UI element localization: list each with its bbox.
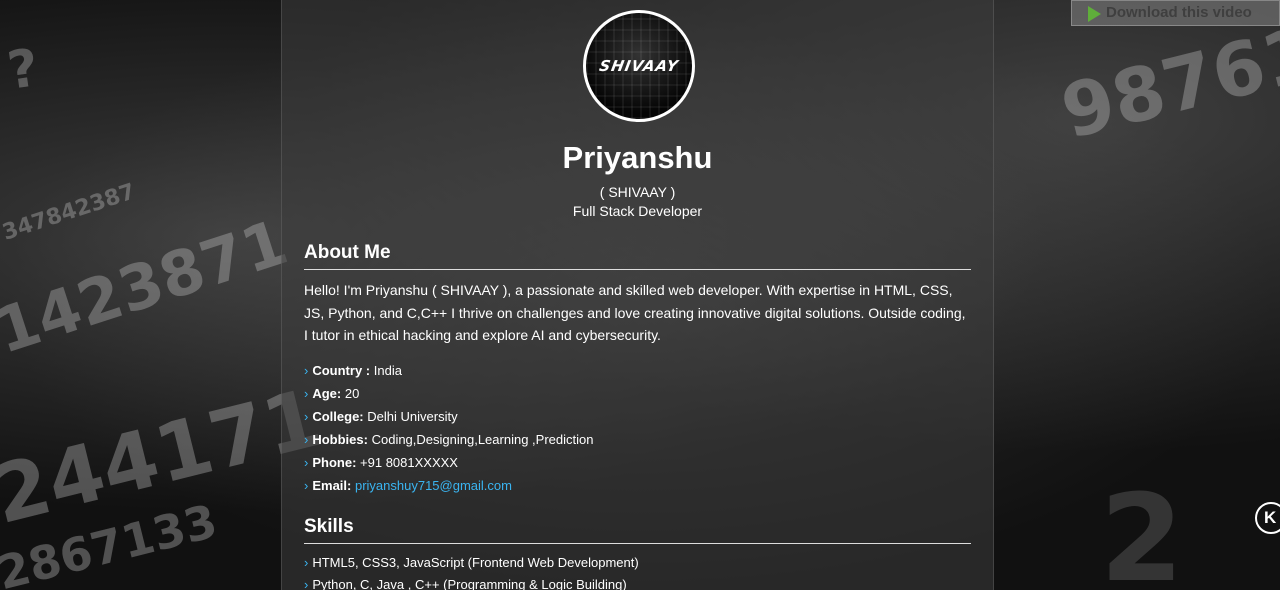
detail-college: › College: Delhi University <box>304 406 593 429</box>
profile-role: Full Stack Developer <box>572 203 703 219</box>
arrow-icon: › <box>304 432 309 447</box>
detail-value: Delhi University <box>367 409 458 424</box>
background-text: ? <box>3 38 43 102</box>
skills-heading: Skills <box>304 516 971 544</box>
arrow-icon: › <box>304 386 309 401</box>
background-text: 2 <box>1100 470 1184 590</box>
arrow-icon: › <box>304 409 309 424</box>
detail-label: Age: <box>312 386 342 401</box>
about-heading: About Me <box>304 242 971 270</box>
detail-label: College: <box>312 409 364 424</box>
skill-text: HTML5, CSS3, JavaScript (Frontend Web De… <box>312 555 639 570</box>
arrow-icon: › <box>304 478 309 493</box>
skill-text: Python, C, Java , C++ (Programming & Log… <box>312 577 627 590</box>
arrow-icon: › <box>304 455 309 470</box>
play-icon <box>1088 6 1101 22</box>
detail-value: 20 <box>344 386 360 401</box>
arrow-icon: › <box>304 555 309 570</box>
about-text: Hello! I'm Priyanshu ( SHIVAAY ), a pass… <box>304 282 966 343</box>
profile-alias: ( SHIVAAY ) <box>599 184 676 200</box>
profile-card: SHIVAAY Priyanshu ( SHIVAAY ) Full Stack… <box>281 0 994 590</box>
detail-value: India <box>373 363 402 378</box>
detail-value: +91 8081XXXXX <box>360 455 458 470</box>
download-label: Download this video <box>1106 4 1252 21</box>
skills-section: Skills › HTML5, CSS3, JavaScript (Fronten… <box>304 516 971 590</box>
detail-country: › Country : India <box>304 360 593 383</box>
detail-age: › Age: 20 <box>304 383 593 406</box>
arrow-icon: › <box>304 577 309 590</box>
download-video-button[interactable]: Download this video <box>1071 0 1280 26</box>
k-button[interactable]: K <box>1255 502 1280 534</box>
skills-list: › HTML5, CSS3, JavaScript (Frontend Web D… <box>304 553 971 590</box>
detail-label: Email: <box>312 478 352 493</box>
details-list: › Country : India › Age: 20 › College: Delh… <box>304 360 593 498</box>
avatar-logo: SHIVAAY <box>597 57 681 75</box>
avatar: SHIVAAY <box>583 10 695 122</box>
skill-item: › HTML5, CSS3, JavaScript (Frontend Web D… <box>304 553 971 575</box>
detail-label: Country : <box>312 363 371 378</box>
detail-hobbies: › Hobbies: Coding,Designing,Learning ,Pre… <box>304 429 593 452</box>
skill-item: › Python, C, Java , C++ (Programming & Lo… <box>304 575 971 590</box>
detail-label: Hobbies: <box>312 432 368 447</box>
profile-name: Priyanshu <box>562 140 713 175</box>
about-section: About Me Hello! I'm Priyanshu ( SHIVAAY … <box>304 242 971 347</box>
email-link[interactable]: priyanshuy715@gmail.com <box>355 478 512 493</box>
detail-phone: › Phone: +91 8081XXXXX <box>304 452 593 475</box>
detail-label: Phone: <box>312 455 357 470</box>
background-text: 347842387 <box>0 179 139 246</box>
arrow-icon: › <box>304 363 309 378</box>
background-text: 98761 <box>1053 10 1280 156</box>
detail-value: Coding,Designing,Learning ,Prediction <box>371 432 594 447</box>
detail-email: › Email: priyanshuy715@gmail.com <box>304 475 593 498</box>
